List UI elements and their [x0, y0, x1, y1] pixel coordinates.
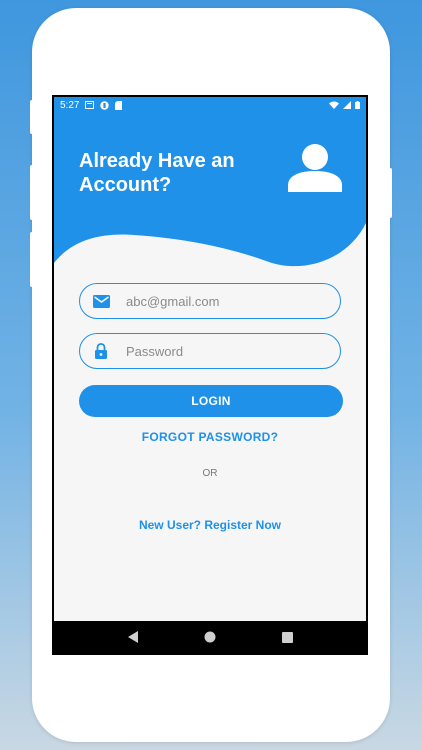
phone-side-button — [30, 100, 34, 134]
email-input[interactable] — [124, 292, 328, 310]
register-link[interactable]: New User? Register Now — [54, 518, 366, 532]
email-icon — [92, 292, 110, 310]
recents-icon[interactable] — [280, 630, 294, 644]
home-icon[interactable] — [203, 630, 217, 644]
phone-side-button — [30, 232, 34, 287]
password-input[interactable] — [124, 342, 328, 360]
message-icon — [85, 101, 95, 109]
email-field[interactable] — [79, 283, 341, 319]
phone-screen: 5:27 Already Have an Account? abc@gmail.… — [52, 95, 368, 655]
status-bar: 5:27 — [54, 97, 366, 113]
or-divider-label: OR — [202, 468, 218, 479]
page-title: Already Have an Account? — [79, 150, 235, 196]
user-icon — [288, 144, 342, 192]
battery-icon — [355, 101, 360, 109]
lock-icon — [92, 342, 110, 360]
sim-icon — [115, 100, 123, 110]
login-button[interactable]: LOGIN — [79, 385, 343, 417]
wifi-icon — [329, 101, 339, 109]
password-field[interactable] — [79, 333, 341, 369]
phone-side-button — [388, 168, 392, 218]
back-icon[interactable] — [126, 630, 140, 644]
status-time: 5:27 — [60, 99, 80, 111]
phone-side-button — [30, 165, 34, 220]
navigation-bar — [54, 621, 366, 653]
login-screen: Already Have an Account? abc@gmail.com L… — [54, 113, 366, 621]
signal-icon — [343, 101, 351, 109]
forgot-password-link[interactable]: FORGOT PASSWORD? — [54, 430, 366, 444]
app-icon — [100, 100, 110, 110]
